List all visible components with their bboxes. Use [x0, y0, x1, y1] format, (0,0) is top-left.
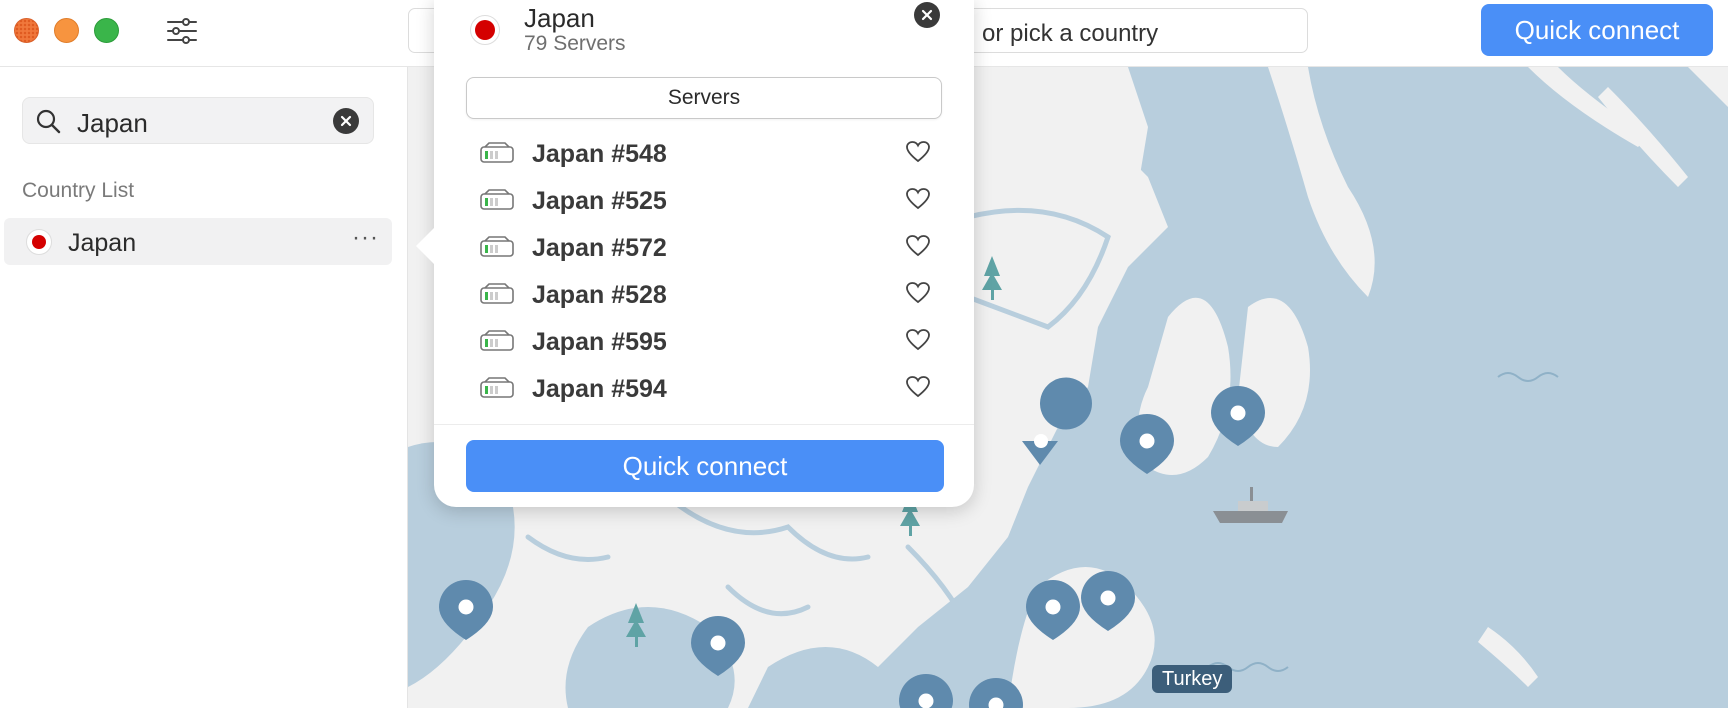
country-popover: Japan 79 Servers Servers Japan #548 Japa…	[416, 0, 974, 507]
server-load-icon	[480, 236, 514, 263]
server-list-item[interactable]: Japan #525	[434, 175, 974, 227]
server-name: Japan #572	[532, 234, 667, 262]
japan-flag-icon	[470, 15, 500, 45]
window-minimize-button[interactable]	[54, 18, 79, 43]
popover-country-name: Japan	[524, 3, 595, 33]
favorite-heart-icon[interactable]	[905, 140, 931, 169]
server-list-item[interactable]: Japan #595	[434, 316, 974, 368]
search-icon	[35, 108, 61, 139]
favorite-heart-icon[interactable]	[905, 281, 931, 310]
server-load-icon	[480, 142, 514, 169]
country-map-label[interactable]: Turkey	[1152, 665, 1233, 693]
country-list-heading: Country List	[22, 179, 135, 202]
favorite-heart-icon[interactable]	[905, 187, 931, 216]
country-name: Japan	[68, 229, 137, 257]
clear-search-icon[interactable]	[333, 108, 359, 134]
server-load-icon	[480, 377, 514, 404]
country-search-value: Japan	[77, 108, 148, 138]
server-load-icon	[480, 330, 514, 357]
server-list-item[interactable]: Japan #594	[434, 363, 974, 415]
server-load-icon	[480, 283, 514, 310]
favorite-heart-icon[interactable]	[905, 328, 931, 357]
favorite-heart-icon[interactable]	[905, 234, 931, 263]
popover-arrow	[416, 226, 436, 266]
server-name: Japan #548	[532, 140, 667, 168]
server-list-item[interactable]: Japan #528	[434, 269, 974, 321]
top-search-placeholder: or pick a country	[982, 20, 1159, 47]
sidebar: Japan Country List Japan ···	[0, 67, 408, 708]
more-options-icon[interactable]: ···	[352, 224, 379, 252]
servers-tab[interactable]: Servers	[466, 77, 942, 119]
server-name: Japan #525	[532, 187, 667, 215]
window-maximize-button[interactable]	[94, 18, 119, 43]
popover-divider	[434, 424, 974, 425]
quick-connect-button[interactable]: Quick connect	[1481, 4, 1713, 56]
popover-server-count: 79 Servers	[524, 32, 626, 55]
japan-flag-icon	[26, 229, 52, 255]
server-list-item[interactable]: Japan #548	[434, 128, 974, 180]
server-list-item[interactable]: Japan #572	[434, 222, 974, 274]
filter-settings-icon[interactable]	[165, 16, 199, 46]
server-list[interactable]: Japan #548 Japan #525 Japan #572 Japan #…	[434, 128, 974, 423]
app-window: or pick a country Quick connect Japan Co…	[0, 0, 1728, 708]
popover-quick-connect-button[interactable]: Quick connect	[466, 440, 944, 492]
country-list-item-japan[interactable]: Japan ···	[4, 218, 392, 265]
server-load-icon	[480, 189, 514, 216]
close-popover-icon[interactable]	[914, 2, 940, 28]
server-name: Japan #528	[532, 281, 667, 309]
favorite-heart-icon[interactable]	[905, 375, 931, 404]
country-search-input[interactable]: Japan	[22, 97, 374, 144]
server-name: Japan #595	[532, 328, 667, 356]
window-close-button[interactable]	[14, 18, 39, 43]
server-name: Japan #594	[532, 375, 667, 403]
